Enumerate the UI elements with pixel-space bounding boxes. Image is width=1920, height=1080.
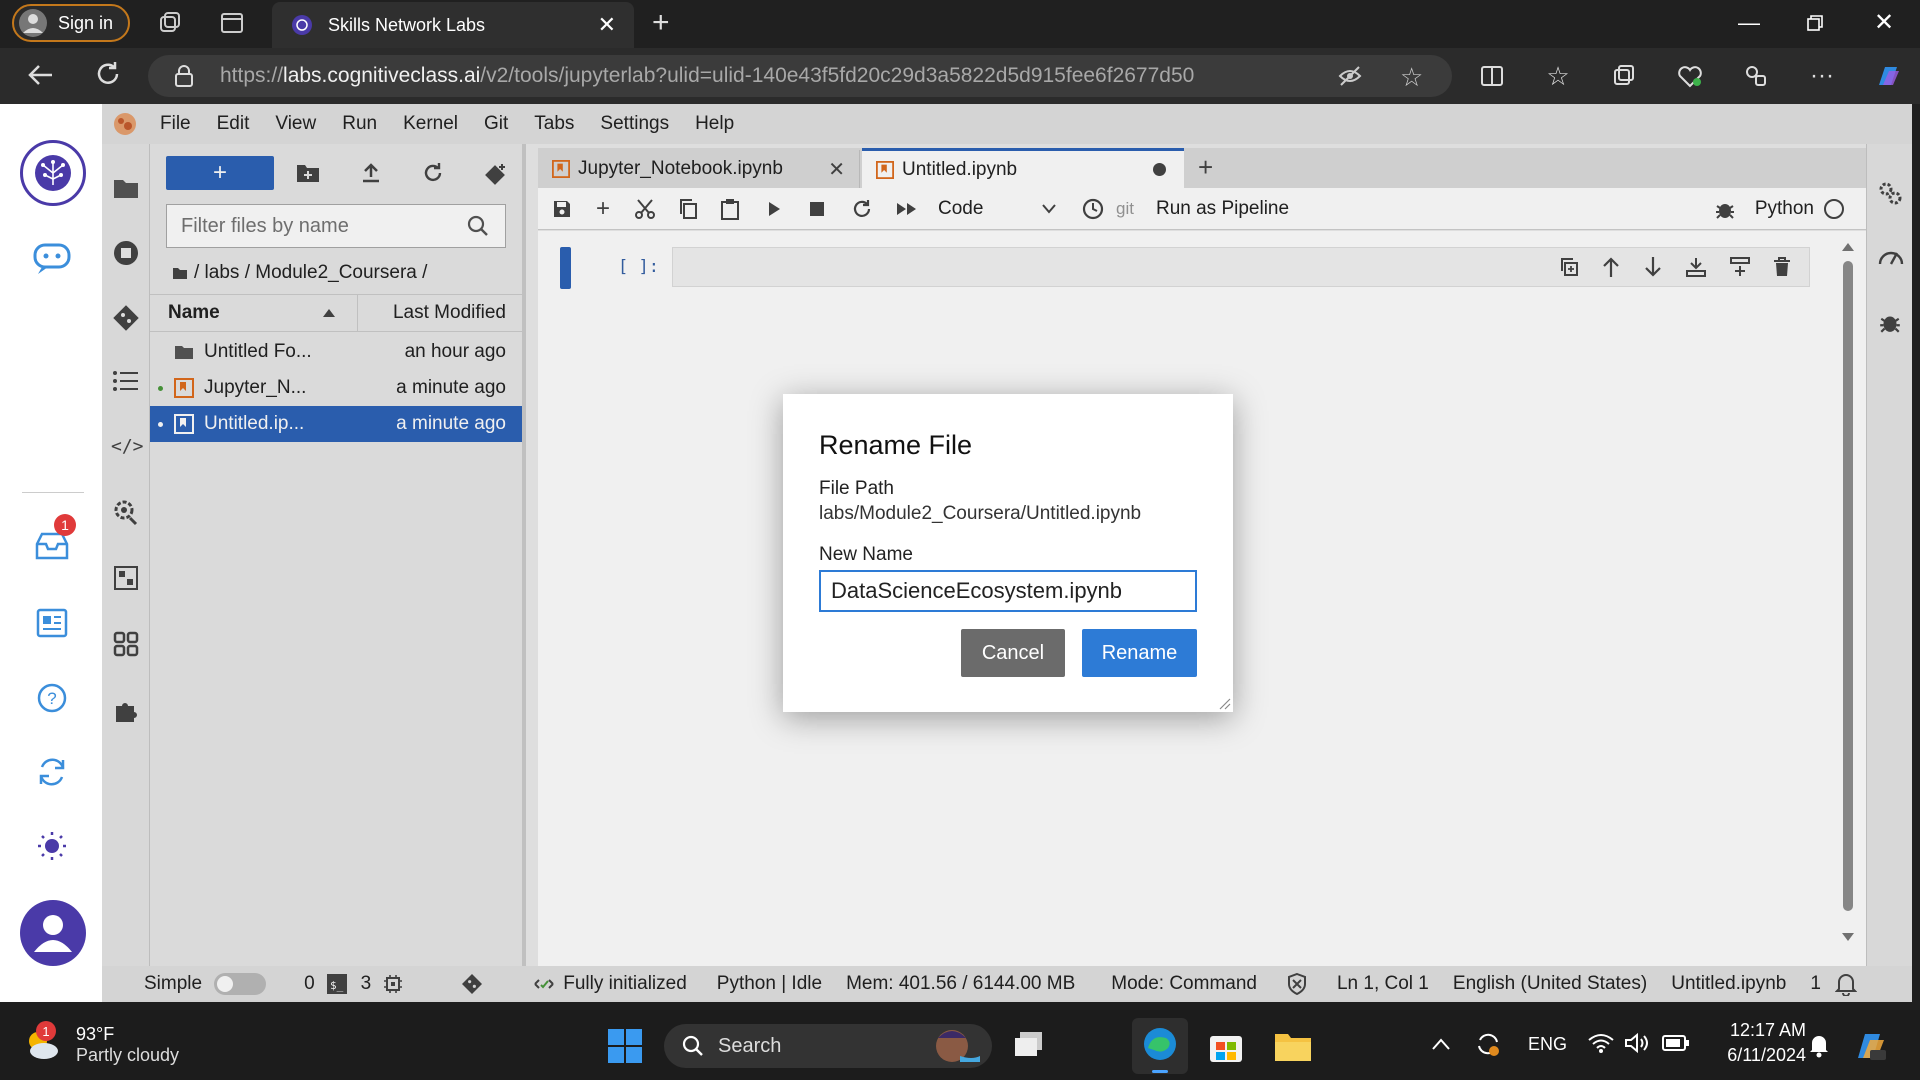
rename-label: Rename xyxy=(1101,641,1178,664)
rail-divider xyxy=(22,492,84,493)
favorites-icon[interactable]: ☆ xyxy=(1538,56,1578,96)
resize-handle-icon[interactable] xyxy=(1219,698,1231,710)
dialog-title: Rename File xyxy=(819,430,973,460)
restore-icon[interactable] xyxy=(1806,14,1824,32)
sync-tray-icon[interactable] xyxy=(1474,1030,1502,1058)
close-tab-icon[interactable]: ✕ xyxy=(598,12,616,38)
svg-text:?: ? xyxy=(47,689,56,708)
browser-extensions: ☆ ··· xyxy=(1472,56,1908,96)
url-prefix: https:// xyxy=(220,64,284,87)
weather-widget[interactable]: 1 93°F Partly cloudy xyxy=(22,1018,179,1072)
skills-network-logo[interactable] xyxy=(20,140,86,206)
weather-text: 93°F Partly cloudy xyxy=(76,1024,179,1066)
cancel-label: Cancel xyxy=(981,641,1045,664)
task-view-icon[interactable] xyxy=(1012,1030,1046,1060)
clock-time: 12:17 AM xyxy=(1729,1020,1806,1040)
browser-essentials-icon[interactable] xyxy=(1670,56,1710,96)
minimize-icon[interactable]: — xyxy=(1738,10,1760,36)
news-icon[interactable] xyxy=(36,608,68,638)
inbox-badge: 1 xyxy=(54,514,76,536)
url-host: labs.cognitiveclass.ai xyxy=(283,64,481,87)
start-button-icon[interactable] xyxy=(608,1029,642,1063)
inbox-button[interactable]: 1 xyxy=(34,514,76,562)
search-icon xyxy=(682,1035,704,1057)
user-avatar[interactable] xyxy=(20,900,86,966)
edge-taskbar-button[interactable] xyxy=(1132,1018,1188,1074)
file-path-label: File Path xyxy=(819,478,894,499)
sync-icon[interactable] xyxy=(36,756,68,788)
weather-badge: 1 xyxy=(36,1021,56,1041)
theme-toggle-icon[interactable] xyxy=(36,830,68,862)
sign-in-button[interactable]: Sign in xyxy=(12,4,130,42)
taskbar-search[interactable]: Search xyxy=(664,1024,992,1068)
rename-button[interactable]: Rename xyxy=(1082,629,1197,677)
weather-icon: 1 xyxy=(22,1021,62,1065)
lock-icon xyxy=(174,65,194,87)
back-icon[interactable] xyxy=(26,60,56,90)
help-icon[interactable]: ? xyxy=(36,682,68,714)
more-menu-icon[interactable]: ··· xyxy=(1802,56,1842,96)
extensions-icon[interactable] xyxy=(1736,56,1776,96)
clock-date: 6/11/2024 xyxy=(1727,1045,1806,1065)
vertical-tabs-icon[interactable] xyxy=(220,11,244,35)
copilot-taskbar-icon[interactable] xyxy=(1852,1028,1888,1064)
collections-toolbar-icon[interactable] xyxy=(1604,56,1644,96)
new-name-input[interactable] xyxy=(819,570,1197,612)
url-path: /v2/tools/jupyterlab?ulid=ulid-140e43f5f… xyxy=(480,64,1195,87)
notification-bell-icon[interactable] xyxy=(1808,1032,1830,1058)
collections-icon[interactable] xyxy=(156,10,182,36)
weather-desc: Partly cloudy xyxy=(76,1045,180,1065)
weather-temp: 93°F xyxy=(76,1024,115,1044)
skills-network-favicon xyxy=(290,13,314,37)
battery-icon[interactable] xyxy=(1662,1034,1690,1052)
edge-icon xyxy=(1142,1026,1178,1062)
chat-assistant-icon[interactable] xyxy=(32,242,72,276)
skills-network-sidebar: 1 ? xyxy=(0,104,102,1002)
windows-taskbar: 1 93°F Partly cloudy Search ENG 12:17 AM… xyxy=(0,1010,1920,1080)
active-app-indicator xyxy=(1152,1070,1168,1073)
favorite-star-icon[interactable]: ☆ xyxy=(1400,62,1423,93)
split-screen-icon[interactable] xyxy=(1472,56,1512,96)
address-bar[interactable]: https://labs.cognitiveclass.ai/v2/tools/… xyxy=(148,55,1452,97)
cancel-button[interactable]: Cancel xyxy=(961,629,1065,677)
volume-icon[interactable] xyxy=(1624,1032,1650,1054)
file-explorer-icon[interactable] xyxy=(1274,1030,1312,1062)
url-text: https://labs.cognitiveclass.ai/v2/tools/… xyxy=(220,64,1194,88)
rename-file-dialog: Rename File File Path labs/Module2_Cours… xyxy=(783,394,1233,712)
clock[interactable]: 12:17 AM 6/11/2024 xyxy=(1706,1020,1806,1066)
browser-tab-active[interactable]: Skills Network Labs ✕ xyxy=(272,2,634,48)
new-tab-icon[interactable]: + xyxy=(652,6,670,40)
browser-tab-title: Skills Network Labs xyxy=(328,14,486,35)
input-language[interactable]: ENG xyxy=(1528,1034,1567,1055)
store-icon[interactable] xyxy=(1208,1028,1244,1064)
new-name-label: New Name xyxy=(819,544,913,565)
file-path-value: labs/Module2_Coursera/Untitled.ipynb xyxy=(819,503,1142,524)
taskbar-search-label: Search xyxy=(718,1034,782,1057)
copilot-icon[interactable] xyxy=(1868,56,1908,96)
show-hidden-icons[interactable] xyxy=(1432,1038,1450,1050)
refresh-icon[interactable] xyxy=(94,60,122,88)
tracking-prevention-icon[interactable] xyxy=(1338,64,1362,88)
profile-icon xyxy=(18,8,48,38)
wifi-icon[interactable] xyxy=(1588,1032,1614,1054)
browser-title-bar: Sign in Skills Network Labs ✕ + — ✕ xyxy=(0,0,1920,48)
close-window-icon[interactable]: ✕ xyxy=(1874,8,1894,37)
sign-in-label: Sign in xyxy=(58,12,114,33)
search-highlight-avatar xyxy=(930,1026,982,1066)
